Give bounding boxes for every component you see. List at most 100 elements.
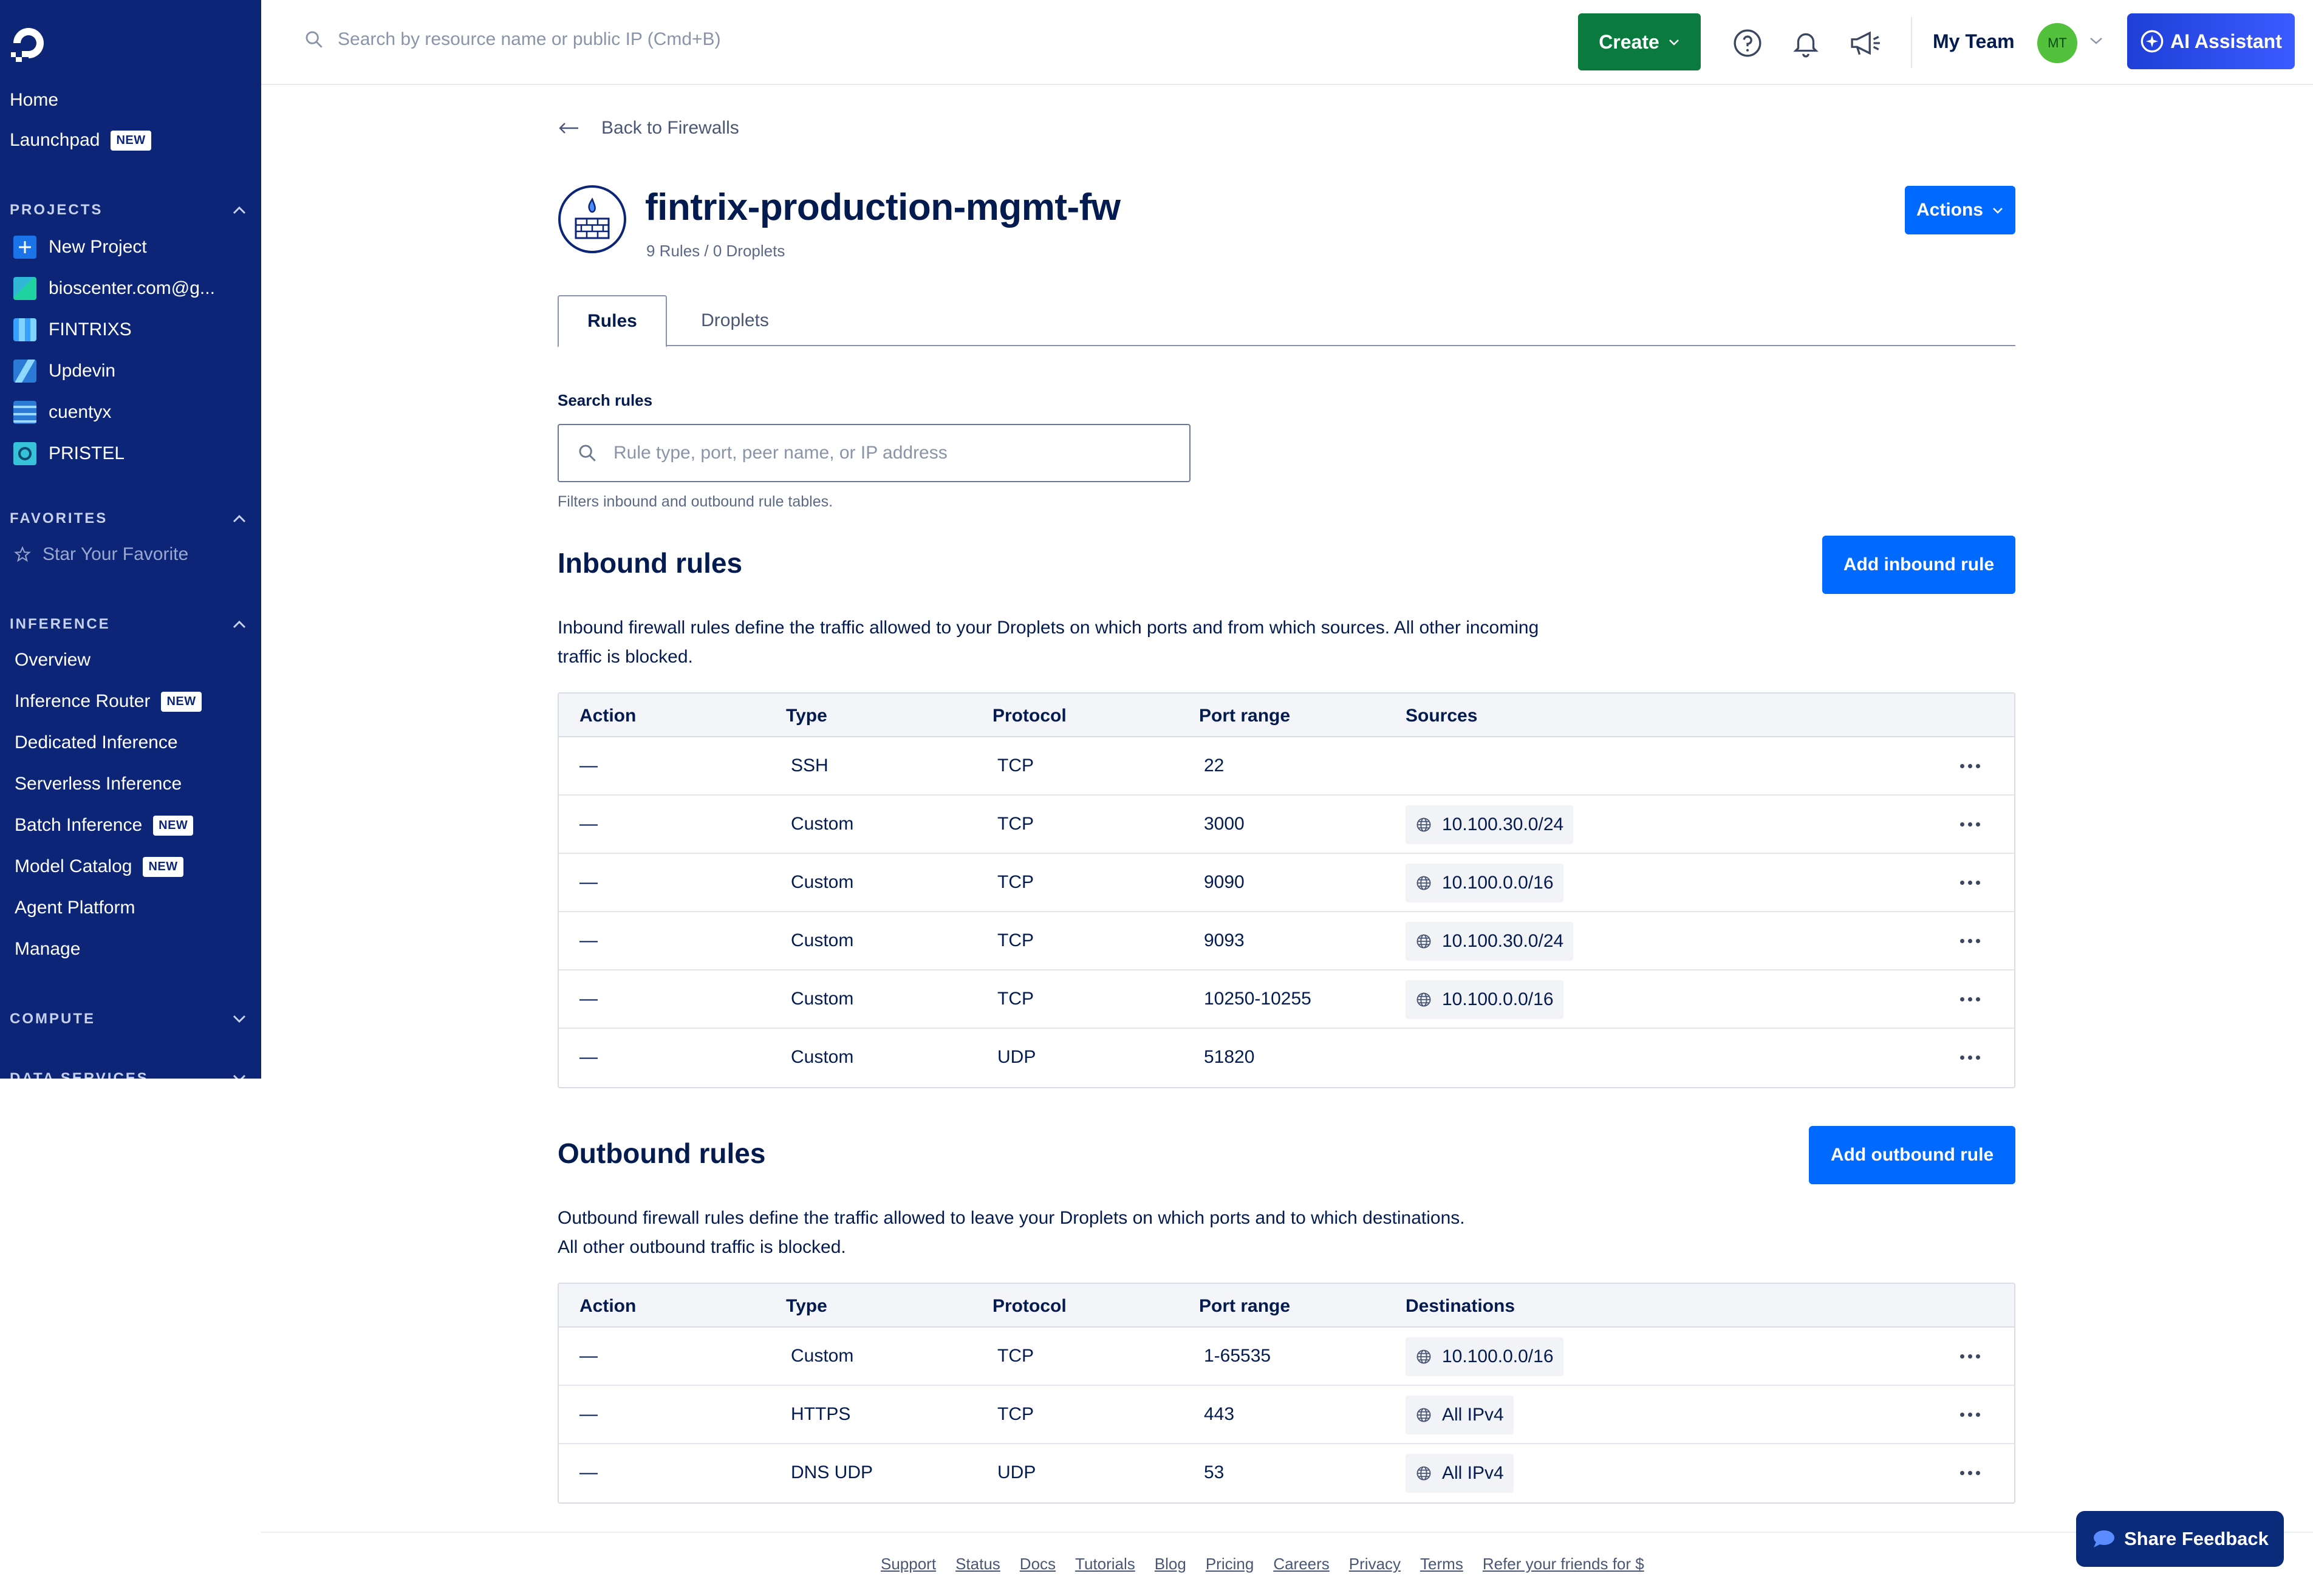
column-protocol: Protocol [993, 1296, 1067, 1316]
global-search[interactable]: Search by resource name or public IP (Cm… [304, 29, 721, 50]
sidebar-project-fintrixs[interactable]: FINTRIXS [13, 318, 132, 341]
peer-chip: 10.100.30.0/24 [1406, 805, 1574, 844]
table-row: — HTTPS TCP 443 All IPv4 [559, 1386, 2014, 1444]
search-rules-field[interactable] [558, 424, 1191, 482]
sidebar-agent-platform[interactable]: Agent Platform [15, 898, 135, 918]
table-row: — Custom UDP 51820 [559, 1029, 2014, 1087]
compute-section-toggle[interactable]: COMPUTE [10, 1011, 247, 1028]
avatar[interactable]: MT [2037, 23, 2077, 63]
chevron-down-icon [233, 1074, 246, 1079]
tab-droplets[interactable]: Droplets [667, 295, 803, 346]
footer-link[interactable]: Blog [1155, 1555, 1186, 1574]
more-options-icon[interactable] [1960, 764, 1980, 768]
bell-icon[interactable] [1791, 28, 1821, 58]
digitalocean-logo-icon[interactable] [7, 22, 50, 64]
footer-link[interactable]: Docs [1020, 1555, 1056, 1574]
rule-type: DNS UDP [791, 1462, 873, 1482]
rule-protocol: UDP [997, 1047, 1036, 1067]
ai-assistant-button[interactable]: AI Assistant [2127, 13, 2295, 69]
chevron-down-icon[interactable] [2088, 35, 2104, 46]
table-row: — DNS UDP UDP 53 All IPv4 [559, 1444, 2014, 1502]
sidebar-inference-overview[interactable]: Overview [15, 650, 91, 670]
outbound-rules-table: Action Type Protocol Port range Destinat… [558, 1283, 2015, 1504]
projects-section-toggle[interactable]: PROJECTS [10, 202, 247, 219]
footer-link[interactable]: Terms [1420, 1555, 1463, 1574]
more-options-icon[interactable] [1960, 1413, 1980, 1417]
sidebar-dedicated-inference[interactable]: Dedicated Inference [15, 732, 178, 753]
more-options-icon[interactable] [1960, 1055, 1980, 1060]
rule-type: Custom [791, 930, 854, 950]
add-inbound-rule-button[interactable]: Add inbound rule [1822, 536, 2015, 594]
footer-link[interactable]: Support [881, 1555, 936, 1574]
chevron-up-icon [233, 514, 246, 523]
help-icon[interactable] [1732, 28, 1763, 58]
data-services-section-toggle[interactable]: DATA SERVICES [10, 1070, 247, 1079]
favorites-section-toggle[interactable]: FAVORITES [10, 510, 247, 527]
rule-protocol: TCP [997, 814, 1034, 834]
project-icon [13, 401, 36, 424]
footer-link[interactable]: Refer your friends for $ [1483, 1555, 1644, 1574]
footer-link[interactable]: Tutorials [1075, 1555, 1135, 1574]
peer-value: 10.100.0.0/16 [1442, 873, 1554, 893]
sidebar-inference-router[interactable]: Inference Router NEW [15, 691, 202, 712]
sidebar-model-catalog[interactable]: Model Catalog NEW [15, 856, 183, 877]
sidebar-home[interactable]: Home [10, 90, 58, 111]
rule-type: Custom [791, 989, 854, 1009]
globe-icon [1416, 876, 1431, 890]
sidebar-project-pristel[interactable]: PRISTEL [13, 442, 125, 465]
create-button[interactable]: Create [1578, 13, 1701, 70]
megaphone-icon[interactable] [1848, 28, 1884, 58]
more-options-icon[interactable] [1960, 1471, 1980, 1475]
footer-link[interactable]: Careers [1273, 1555, 1329, 1574]
footer-link[interactable]: Status [955, 1555, 1000, 1574]
share-feedback-button[interactable]: Share Feedback [2076, 1511, 2284, 1567]
footer-link[interactable]: Privacy [1349, 1555, 1401, 1574]
sidebar-project-updevin[interactable]: Updevin [13, 360, 115, 383]
sidebar-project-new[interactable]: New Project [13, 236, 147, 259]
column-action: Action [579, 1296, 637, 1316]
table-row: — Custom TCP 3000 10.100.30.0/24 [559, 796, 2014, 854]
sidebar-manage[interactable]: Manage [15, 939, 80, 960]
peer-chip: All IPv4 [1406, 1454, 1514, 1493]
rule-port-range: 9093 [1204, 930, 1245, 950]
column-type: Type [786, 1296, 827, 1316]
table-row: — SSH TCP 22 [559, 737, 2014, 796]
team-switcher[interactable]: My Team [1933, 30, 2015, 53]
rule-type: Custom [791, 1047, 854, 1067]
column-protocol: Protocol [993, 706, 1067, 726]
more-options-icon[interactable] [1960, 1354, 1980, 1359]
back-to-firewalls-link[interactable]: Back to Firewalls [558, 118, 739, 138]
rule-type: Custom [791, 814, 854, 834]
actions-button[interactable]: Actions [1905, 186, 2015, 234]
rule-action: — [579, 1047, 598, 1067]
sidebar-launchpad[interactable]: Launchpad NEW [10, 130, 151, 151]
peer-value: 10.100.0.0/16 [1442, 989, 1554, 1009]
tab-rules[interactable]: Rules [558, 295, 667, 347]
outbound-rules-description: Outbound firewall rules define the traff… [558, 1208, 1465, 1257]
sidebar-batch-inference[interactable]: Batch Inference NEW [15, 815, 194, 836]
column-destinations: Destinations [1406, 1296, 1515, 1316]
sidebar-serverless-inference[interactable]: Serverless Inference [15, 774, 182, 794]
more-options-icon[interactable] [1960, 822, 1980, 827]
search-rules-input[interactable] [613, 443, 1160, 463]
sidebar-project-cuentyx[interactable]: cuentyx [13, 401, 111, 424]
more-options-icon[interactable] [1960, 997, 1980, 1001]
more-options-icon[interactable] [1960, 939, 1980, 943]
table-row: — Custom TCP 9093 10.100.30.0/24 [559, 912, 2014, 970]
search-help-text: Filters inbound and outbound rule tables… [558, 493, 833, 510]
tab-bar: Rules Droplets [558, 295, 2015, 347]
column-action: Action [579, 706, 637, 726]
column-sources: Sources [1406, 706, 1478, 726]
rule-action: — [579, 1346, 598, 1366]
sidebar: Home Launchpad NEW PROJECTS New Project … [0, 0, 261, 1079]
footer-link[interactable]: Pricing [1206, 1555, 1254, 1574]
inference-section-toggle[interactable]: INFERENCE [10, 616, 247, 633]
more-options-icon[interactable] [1960, 881, 1980, 885]
rule-type: SSH [791, 755, 829, 776]
star-favorite[interactable]: Star Your Favorite [13, 544, 188, 565]
globe-icon [1416, 817, 1431, 832]
rule-port-range: 1-65535 [1204, 1346, 1271, 1366]
add-outbound-rule-button[interactable]: Add outbound rule [1809, 1126, 2015, 1184]
footer-divider [261, 1532, 2313, 1533]
sidebar-project-bioscenter[interactable]: bioscenter.com@g... [13, 277, 215, 300]
